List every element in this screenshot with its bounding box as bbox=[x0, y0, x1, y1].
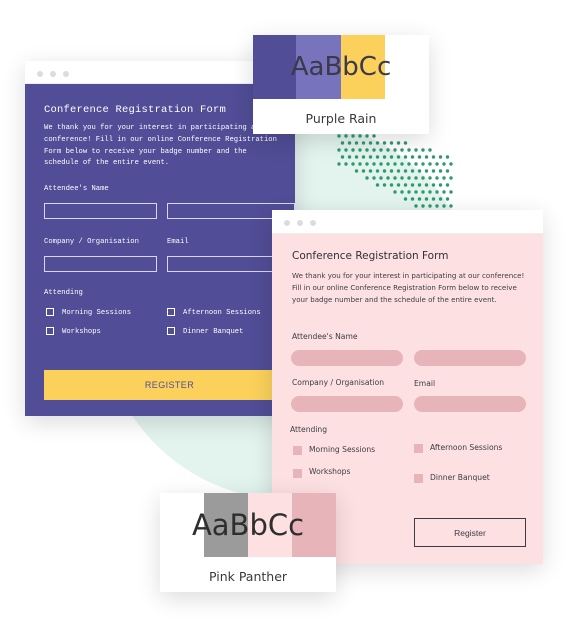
pink-panther-palette-card: AaBbCc Pink Panther bbox=[160, 493, 336, 592]
window-dot bbox=[310, 220, 316, 226]
register-button[interactable]: REGISTER bbox=[44, 370, 295, 400]
form-intro: We thank you for your interest in partic… bbox=[292, 271, 525, 304]
attendee-name-label: Attendee's Name bbox=[292, 332, 358, 341]
workshops-checkbox[interactable] bbox=[293, 469, 302, 478]
email-label: Email bbox=[414, 379, 436, 388]
morning-sessions-label: Morning Sessions bbox=[309, 445, 376, 454]
attending-label: Attending bbox=[290, 425, 328, 434]
afternoon-sessions-checkbox[interactable] bbox=[414, 444, 423, 453]
morning-sessions-checkbox[interactable] bbox=[46, 308, 54, 316]
attendee-name-label: Attendee's Name bbox=[44, 185, 109, 193]
typeface-sample: AaBbCc bbox=[191, 508, 305, 542]
company-input[interactable] bbox=[44, 256, 157, 272]
window-dot bbox=[284, 220, 290, 226]
email-label: Email bbox=[167, 238, 189, 246]
company-label: Company / Organisation bbox=[292, 378, 385, 387]
form-title: Conference Registration Form bbox=[292, 250, 449, 262]
last-name-input[interactable] bbox=[414, 350, 526, 366]
typeface-sample: AaBbCc bbox=[290, 52, 392, 82]
window-dot bbox=[63, 71, 69, 77]
palette-name: Pink Panther bbox=[208, 569, 288, 584]
attending-label: Attending bbox=[44, 289, 83, 297]
workshops-label: Workshops bbox=[62, 328, 101, 336]
dinner-banquet-label: Dinner Banquet bbox=[183, 328, 244, 336]
workshops-label: Workshops bbox=[309, 467, 351, 476]
company-label: Company / Organisation bbox=[44, 238, 139, 246]
afternoon-sessions-checkbox[interactable] bbox=[167, 308, 175, 316]
form-intro: We thank you for your interest in partic… bbox=[44, 124, 277, 168]
window-titlebar bbox=[272, 210, 543, 234]
afternoon-sessions-label: Afternoon Sessions bbox=[183, 309, 261, 317]
afternoon-sessions-label: Afternoon Sessions bbox=[430, 443, 503, 452]
email-input[interactable] bbox=[414, 396, 526, 412]
window-dot bbox=[50, 71, 56, 77]
workshops-checkbox[interactable] bbox=[46, 327, 54, 335]
purple-rain-palette-card: AaBbCc Purple Rain bbox=[253, 35, 429, 134]
morning-sessions-checkbox[interactable] bbox=[293, 446, 302, 455]
register-button[interactable]: Register bbox=[414, 518, 526, 547]
window-dot bbox=[297, 220, 303, 226]
company-input[interactable] bbox=[291, 396, 403, 412]
first-name-input[interactable] bbox=[44, 203, 157, 219]
palette-name: Purple Rain bbox=[305, 111, 377, 126]
dinner-banquet-checkbox[interactable] bbox=[414, 474, 423, 483]
window-dot bbox=[37, 71, 43, 77]
first-name-input[interactable] bbox=[291, 350, 403, 366]
dinner-banquet-checkbox[interactable] bbox=[167, 327, 175, 335]
dinner-banquet-label: Dinner Banquet bbox=[430, 473, 490, 482]
form-title: Conference Registration Form bbox=[44, 104, 227, 116]
morning-sessions-label: Morning Sessions bbox=[62, 309, 132, 317]
